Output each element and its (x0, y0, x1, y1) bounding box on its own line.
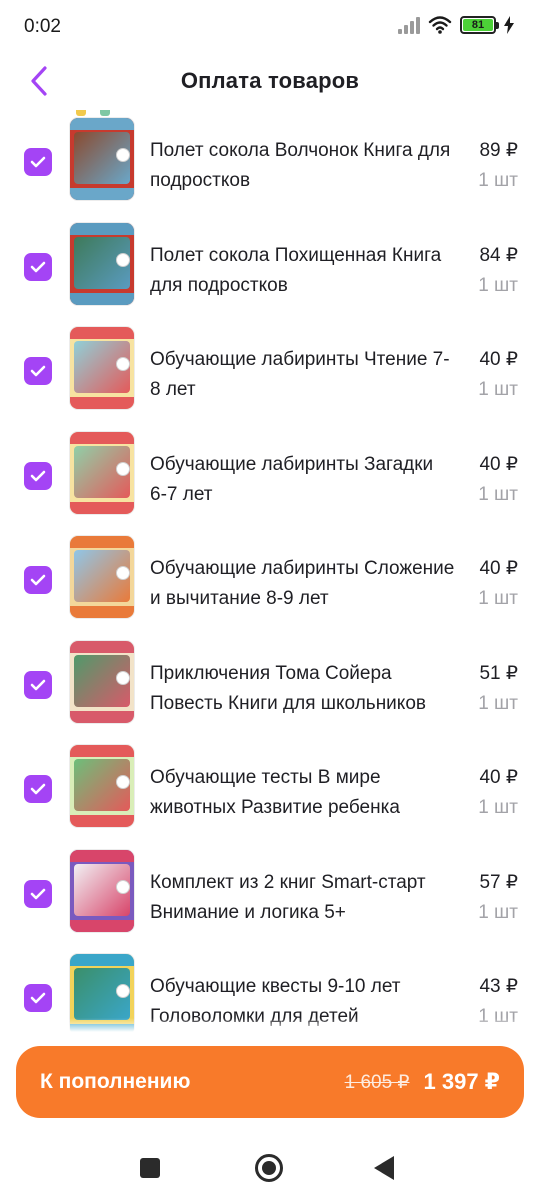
item-checkbox[interactable] (24, 148, 52, 176)
item-quantity: 1 шт (478, 797, 518, 818)
item-price: 40 ₽ (479, 558, 518, 579)
item-checkbox[interactable] (24, 566, 52, 594)
item-name[interactable]: Обучающие лабиринты Сложение и вычитание… (150, 554, 455, 614)
checkmark-icon (30, 156, 46, 168)
item-name[interactable]: Обучающие лабиринты Чтение 7-8 лет (150, 345, 455, 405)
page-title: Оплата товаров (180, 68, 360, 93)
product-thumbnail[interactable] (70, 118, 134, 200)
item-price: 40 ₽ (479, 767, 518, 788)
battery-icon: 81 (460, 16, 499, 34)
status-icons: 81 (398, 15, 514, 35)
product-thumbnail[interactable] (70, 327, 134, 409)
item-checkbox[interactable] (24, 357, 52, 385)
wifi-icon (428, 16, 452, 34)
item-name[interactable]: Приключения Тома Сойера Повесть Книги дл… (150, 659, 455, 719)
battery-level: 81 (463, 19, 493, 31)
checkout-panel: К пополнению 1 605 ₽ 1 397 ₽ (0, 1032, 540, 1132)
product-thumbnail[interactable] (70, 431, 134, 514)
list-item[interactable]: Полет сокола Волчонок Книга для подростк… (0, 110, 540, 200)
item-price: 43 ₽ (479, 976, 518, 997)
checkmark-icon (30, 783, 46, 795)
item-price: 57 ₽ (479, 871, 518, 893)
recents-square-icon[interactable] (140, 1158, 160, 1178)
item-quantity: 1 шт (478, 483, 518, 505)
checkmark-icon (30, 365, 46, 377)
old-total-price: 1 605 ₽ (344, 1071, 410, 1093)
list-item[interactable]: Обучающие лабиринты Загадки 6-7 лет 40 ₽ 1… (0, 410, 540, 514)
checkmark-icon (30, 261, 46, 272)
product-thumbnail[interactable] (70, 536, 134, 618)
list-item[interactable]: Приключения Тома Сойера Повесть Книги дл… (0, 619, 540, 723)
item-quantity: 1 шт (478, 379, 518, 400)
checkout-button[interactable]: К пополнению 1 605 ₽ 1 397 ₽ (16, 1046, 524, 1118)
checkmark-icon (30, 470, 46, 481)
home-circle-icon[interactable] (255, 1154, 283, 1182)
new-total-price: 1 397 ₽ (423, 1069, 500, 1094)
item-checkbox[interactable] (24, 775, 52, 803)
item-quantity: 1 шт (478, 692, 518, 714)
item-checkbox[interactable] (24, 461, 52, 490)
product-thumbnail[interactable] (70, 849, 134, 932)
checkmark-icon (30, 574, 46, 586)
signal-icon (398, 16, 420, 34)
list-item[interactable]: Обучающие квесты 9-10 лет Головоломки дл… (0, 932, 540, 1032)
product-thumbnail[interactable] (70, 640, 134, 723)
item-checkbox[interactable] (24, 879, 52, 908)
item-price: 40 ₽ (479, 349, 518, 370)
item-name[interactable]: Обучающие тесты В мире животных Развитие… (150, 763, 455, 823)
item-checkbox[interactable] (24, 252, 52, 281)
list-item[interactable]: Обучающие лабиринты Чтение 7-8 лет 40 ₽ 1 … (0, 305, 540, 409)
item-name[interactable]: Обучающие лабиринты Загадки 6-7 лет (150, 450, 455, 510)
item-checkbox[interactable] (24, 984, 52, 1012)
back-triangle-icon[interactable] (374, 1156, 394, 1180)
status-time: 0:02 (24, 16, 61, 37)
charging-icon (504, 16, 514, 34)
list-item[interactable]: Обучающие тесты В мире животных Развитие… (0, 723, 540, 827)
status-bar: 0:02 81 (0, 0, 540, 52)
item-name[interactable]: Комплект из 2 книг Smart-старт Внимание … (150, 868, 455, 928)
product-thumbnail[interactable] (70, 745, 134, 827)
checkmark-icon (30, 992, 46, 1004)
product-thumbnail[interactable] (70, 222, 134, 305)
checkmark-icon (30, 679, 46, 690)
item-quantity: 1 шт (478, 588, 518, 609)
item-checkbox[interactable] (24, 670, 52, 699)
list-fade (0, 1018, 540, 1032)
item-quantity: 1 шт (478, 274, 518, 296)
checkout-label: К пополнению (40, 1070, 191, 1093)
item-quantity: 1 шт (478, 901, 518, 923)
item-name[interactable]: Полет сокола Волчонок Книга для подростк… (150, 136, 455, 196)
item-price: 40 ₽ (479, 453, 518, 475)
system-nav-bar (0, 1132, 540, 1200)
item-price: 51 ₽ (479, 662, 518, 684)
item-quantity: 1 шт (478, 170, 518, 191)
item-price: 89 ₽ (479, 140, 518, 161)
list-item[interactable]: Комплект из 2 книг Smart-старт Внимание … (0, 828, 540, 932)
app-header: Оплата товаров (0, 52, 540, 110)
item-price: 84 ₽ (479, 244, 518, 266)
list-item[interactable]: Полет сокола Похищенная Книга для подрос… (0, 201, 540, 305)
item-name[interactable]: Полет сокола Похищенная Книга для подрос… (150, 241, 455, 301)
product-list[interactable]: Полет сокола Волчонок Книга для подростк… (0, 110, 540, 1032)
checkmark-icon (30, 888, 46, 899)
list-item[interactable]: Обучающие лабиринты Сложение и вычитание… (0, 514, 540, 618)
